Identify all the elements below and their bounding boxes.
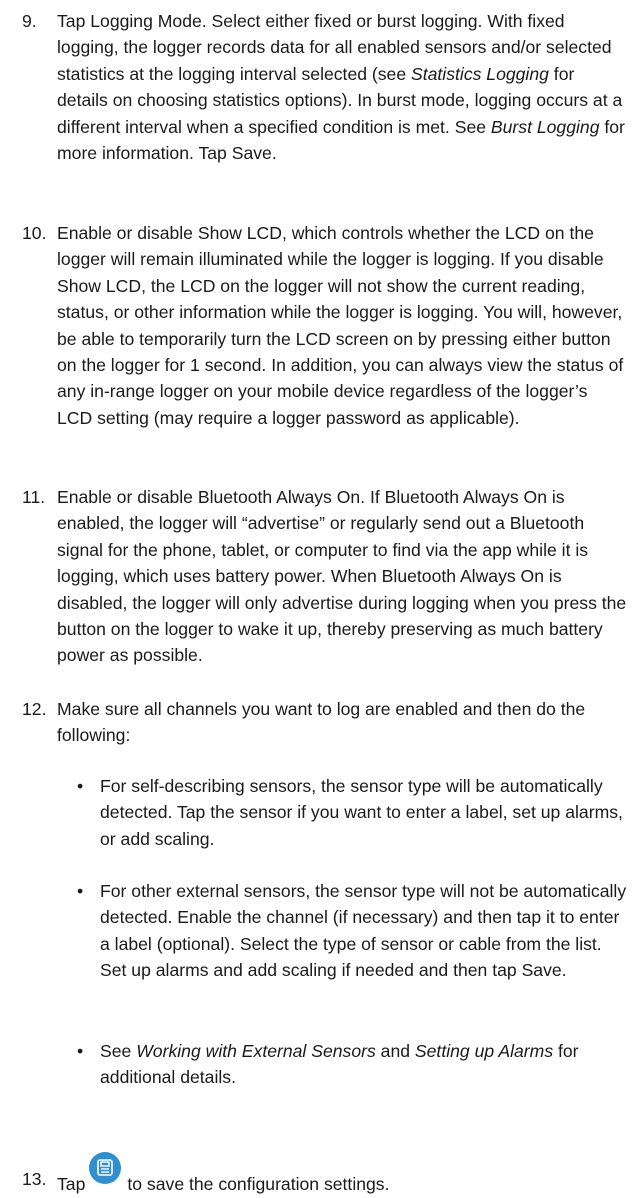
bullet-glyph: • (77, 1041, 84, 1061)
link-burst-logging: Burst Logging (490, 116, 600, 137)
step-number: 10. (22, 223, 47, 243)
step-number: 13. (22, 1169, 47, 1189)
bullet-text: For other external sensors, the sensor t… (100, 881, 627, 981)
bullet-glyph: • (77, 881, 84, 901)
bullet-glyph: • (77, 776, 84, 796)
step-text: Tap Logging Mode. Select either fixed or… (57, 11, 625, 164)
bullet-text: For self-describing sensors, the sensor … (100, 776, 623, 849)
step-text: Enable or disable Show LCD, which contro… (57, 223, 624, 428)
step-text: Make sure all channels you want to log a… (57, 699, 586, 746)
step-number: 11. (22, 487, 46, 507)
link-working-with-external-sensors: Working with External Sensors (136, 1041, 376, 1061)
step-number: 9. (22, 11, 37, 31)
step-text: Enable or disable Bluetooth Always On. I… (57, 487, 627, 666)
bullet-text: See Working with External Sensors and Se… (100, 1041, 579, 1088)
link-setting-up-alarms: Setting up Alarms (414, 1041, 554, 1061)
step-number: 12. (22, 699, 47, 719)
link-statistics-logging: Statistics Logging (411, 63, 549, 84)
step-text: Tap to save the configuration settings. (57, 1152, 627, 1198)
save-icon[interactable] (89, 1152, 122, 1184)
